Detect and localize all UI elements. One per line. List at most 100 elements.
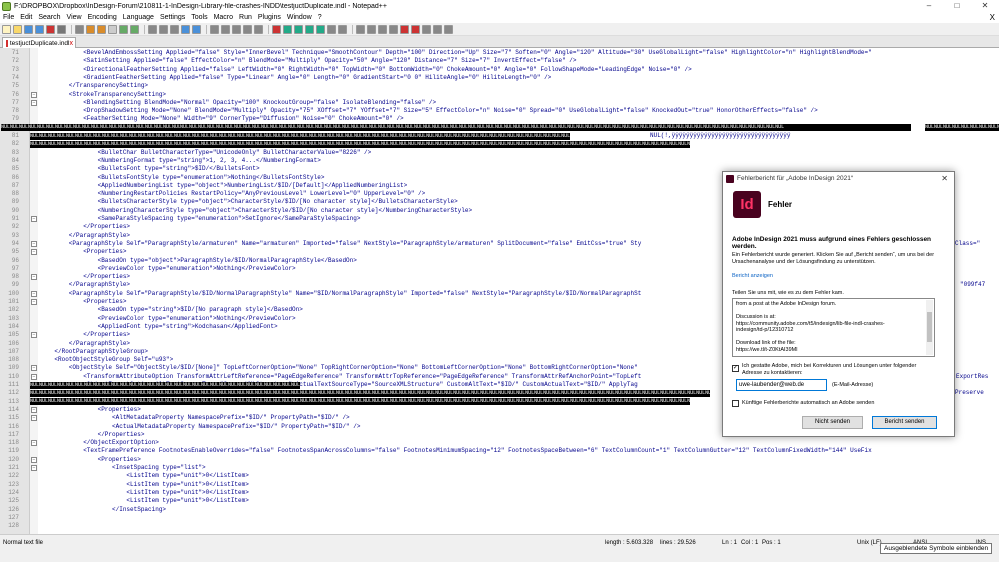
code-line[interactable]: </Properties> <box>40 431 145 439</box>
toolbar-button-icon[interactable] <box>294 24 303 34</box>
code-line[interactable]: <InsetSpacing type="list"> <box>40 464 206 472</box>
code-line[interactable]: <ActualMetadataProperty NamespacePrefix=… <box>40 423 360 431</box>
fold-marker-icon[interactable]: − <box>31 290 37 297</box>
tab-testjuctduplicate[interactable]: testjuctDuplicate.indl x <box>2 37 76 48</box>
toolbar-button-icon[interactable] <box>130 24 139 34</box>
fold-marker-icon[interactable]: − <box>31 415 37 422</box>
toolbar-button-icon[interactable] <box>378 24 387 34</box>
toolbar-button-icon[interactable] <box>97 24 106 34</box>
auto-send-checkbox[interactable] <box>732 400 739 407</box>
code-line[interactable]: <BulletsFontStyle type="enumeration">Not… <box>40 174 325 182</box>
toolbar-button-icon[interactable] <box>327 24 336 34</box>
menu-item[interactable]: View <box>67 14 82 21</box>
code-line[interactable]: <AltMetadataProperty NamespacePrefix="$I… <box>40 414 350 422</box>
code-line[interactable]: <BevelAndEmbossSetting Applied="false" S… <box>40 49 872 57</box>
code-line[interactable]: <BasedOn type="object">ParagraphStyle/$I… <box>40 257 357 265</box>
code-line[interactable]: <BulletChar BulletCharacterType="Unicode… <box>40 149 372 157</box>
code-line[interactable]: <FeatherSetting Mode="None" Width="9" Co… <box>40 115 403 123</box>
close-button[interactable]: ✕ <box>971 0 999 12</box>
toolbar-button-icon[interactable] <box>389 24 398 34</box>
code-line[interactable]: <BulletsCharacterStyle type="object">Cha… <box>40 198 458 206</box>
toolbar-button-icon[interactable] <box>243 24 252 34</box>
tab-close-icon[interactable]: x <box>70 40 74 47</box>
code-line[interactable]: <ListItem type="unit">0</ListItem> <box>40 481 248 489</box>
fold-marker-icon[interactable]: − <box>31 249 37 256</box>
code-line[interactable]: </Properties> <box>40 273 130 281</box>
code-line[interactable]: <ListItem type="unit">0</ListItem> <box>40 497 248 505</box>
menu-item[interactable]: Language <box>123 14 154 21</box>
fold-marker-icon[interactable]: − <box>31 440 37 447</box>
code-line[interactable]: <ObjectStyle Self="ObjectStyle/$ID/[None… <box>40 364 638 372</box>
toolbar-button-icon[interactable] <box>24 24 33 34</box>
code-line[interactable]: <ListItem type="unit">0</ListItem> <box>40 472 248 480</box>
menu-close-doc[interactable]: X <box>990 12 995 23</box>
toolbar-button-icon[interactable] <box>75 24 84 34</box>
fold-marker-icon[interactable]: − <box>31 274 37 281</box>
toolbar-button-icon[interactable] <box>221 24 230 34</box>
code-line[interactable]: <NumberingFormat type="string">1, 2, 3, … <box>40 157 321 165</box>
code-line[interactable]: </Properties> <box>40 223 130 231</box>
toolbar-button-icon[interactable] <box>444 24 453 34</box>
code-line[interactable]: <TextFramePreference FootnotesEnableOver… <box>40 447 872 455</box>
toolbar-button-icon[interactable] <box>232 24 241 34</box>
view-report-link[interactable]: Bericht anzeigen <box>732 273 773 279</box>
fold-marker-icon[interactable]: − <box>31 365 37 372</box>
menu-item[interactable]: Edit <box>20 14 32 21</box>
send-report-button[interactable]: Bericht senden <box>872 416 937 429</box>
code-line[interactable]: </InsetSpacing> <box>40 506 166 514</box>
fold-marker-icon[interactable]: − <box>31 332 37 339</box>
toolbar-button-icon[interactable] <box>13 24 22 34</box>
menu-item[interactable]: ? <box>318 14 322 21</box>
menu-item[interactable]: Window <box>287 14 312 21</box>
menu-item[interactable]: Run <box>239 14 252 21</box>
code-line[interactable]: <SameParaStyleSpacing type="enumeration"… <box>40 215 361 223</box>
toolbar-button-icon[interactable] <box>86 24 95 34</box>
code-line[interactable]: <BlendingSetting BlendMode="Normal" Opac… <box>40 99 436 107</box>
toolbar-button-icon[interactable] <box>367 24 376 34</box>
code-line[interactable]: <Properties> <box>40 406 141 414</box>
toolbar-button-icon[interactable] <box>119 24 128 34</box>
toolbar-button-icon[interactable] <box>422 24 431 34</box>
message-textarea[interactable]: from a post at the Adobe InDesign forum.… <box>732 298 935 357</box>
toolbar-button-icon[interactable] <box>170 24 179 34</box>
toolbar-button-icon[interactable] <box>148 24 157 34</box>
code-line[interactable]: <NumberingRestartPolicies RestartPolicy=… <box>40 190 426 198</box>
code-line[interactable]: </ParagraphStyle> <box>40 232 130 240</box>
code-line[interactable]: <BasedOn type="string">$ID/[No paragraph… <box>40 306 303 314</box>
code-line[interactable]: </ParagraphStyle> <box>40 340 130 348</box>
code-line[interactable]: <BulletsFont type="string">$ID/</Bullets… <box>40 165 260 173</box>
fold-marker-icon[interactable]: − <box>31 373 37 380</box>
fold-marker-icon[interactable]: − <box>31 240 37 247</box>
code-line[interactable]: <TransformAttributeOption TransformAttrL… <box>40 373 641 381</box>
code-line[interactable]: <DropShadowSetting Mode="None" BlendMode… <box>40 107 818 115</box>
code-line[interactable]: <PreviewColor type="enumeration">Nothing… <box>40 315 296 323</box>
menu-item[interactable]: Plugins <box>258 14 281 21</box>
toolbar-button-icon[interactable] <box>316 24 325 34</box>
toolbar-button-icon[interactable] <box>338 24 347 34</box>
code-line[interactable]: </Properties> <box>40 331 130 339</box>
fold-marker-icon[interactable]: − <box>31 299 37 305</box>
code-line[interactable]: <Properties> <box>40 298 126 306</box>
toolbar-button-icon[interactable] <box>181 24 190 34</box>
toolbar-button-icon[interactable] <box>254 24 263 34</box>
toolbar-button-icon[interactable] <box>159 24 168 34</box>
menu-item[interactable]: Settings <box>160 14 185 21</box>
toolbar-button-icon[interactable] <box>2 24 11 34</box>
code-line[interactable]: <StrokeTransparencySetting> <box>40 91 166 99</box>
menu-item[interactable]: Tools <box>191 14 207 21</box>
code-line[interactable]: <RootObjectStyleGroup Self="u93"> <box>40 356 173 364</box>
code-line[interactable]: <AppliedFont type="string">Kodchasan</Ap… <box>40 323 278 331</box>
toolbar-button-icon[interactable] <box>192 24 201 34</box>
menu-item[interactable]: Search <box>38 14 60 21</box>
code-line[interactable]: <GradientFeatherSetting Applied="false" … <box>40 74 551 82</box>
dont-send-button[interactable]: Nicht senden <box>802 416 863 429</box>
consent-checkbox[interactable]: ✓ <box>732 365 739 372</box>
menu-item[interactable]: Encoding <box>88 14 117 21</box>
fold-marker-icon[interactable]: − <box>31 99 37 106</box>
code-line[interactable]: <ParagraphStyle Self="ParagraphStyle/$ID… <box>40 290 642 298</box>
code-line[interactable]: </RootParagraphStyleGroup> <box>40 348 148 356</box>
menu-item[interactable]: File <box>3 14 14 21</box>
code-line[interactable]: <DirectionalFeatherSetting Applied="fals… <box>40 66 692 74</box>
code-line[interactable]: </ObjectExportOption> <box>40 439 159 447</box>
menu-item[interactable]: Macro <box>214 14 233 21</box>
